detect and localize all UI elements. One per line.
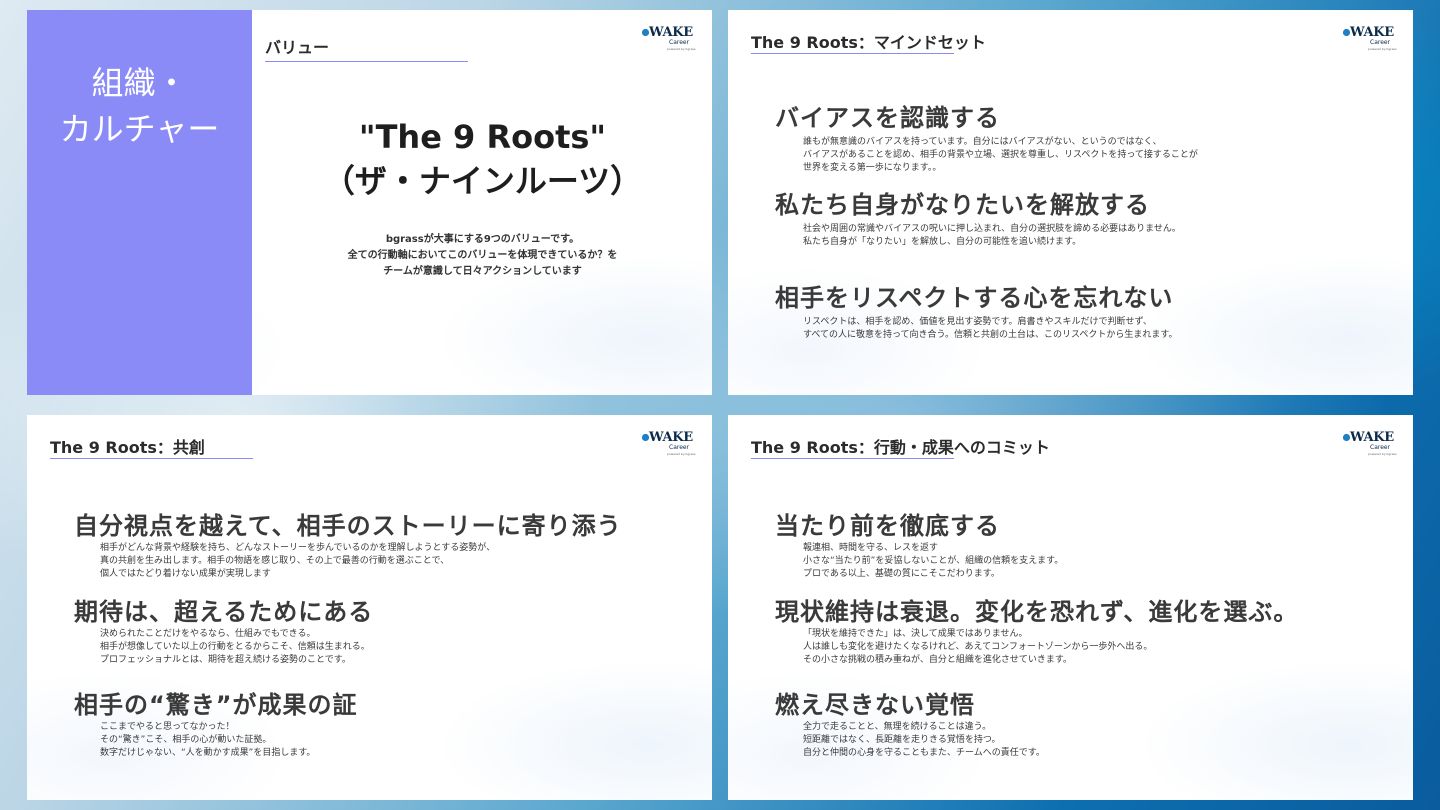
desc-line: プロである以上、基礎の質にこそこだわります。 — [803, 569, 1000, 579]
logo-finetext: powered by bgrass — [667, 47, 696, 51]
value-heading: 燃え尽きない覚悟 — [775, 691, 975, 719]
value-description: 全力で走ることと、無理を続けることは違う。 短距離ではなく、長距離を走りきる覚悟… — [803, 721, 1045, 760]
slide-header: バリュー — [265, 38, 330, 57]
value-description: 誰もが無意識のバイアスを持っています。自分にはバイアスがない、というのではなく、… — [803, 136, 1198, 175]
desc-line: 全力で走ることと、無理を続けることは違う。 — [803, 722, 992, 732]
value-heading: 期待は、超えるためにある — [74, 598, 374, 626]
wake-career-logo: WAKE Career powered by bgrass — [639, 24, 699, 54]
value-description: 社会や周囲の常識やバイアスの呪いに押し込まれ、自分の選択肢を諦める必要はありませ… — [803, 223, 1181, 249]
slide-header: The 9 Roots：共創 — [50, 438, 205, 457]
desc-line: 社会や周囲の常識やバイアスの呪いに押し込まれ、自分の選択肢を諦める必要はありませ… — [803, 224, 1181, 234]
logo-subtext: Career — [669, 444, 690, 451]
desc-line: 相手が想像していた以上の行動をとるからこそ、信頼は生まれる。 — [100, 642, 370, 652]
desc-line: 人は誰しも変化を避けたくなるけれど、あえてコンフォートゾーンから一歩外へ出る。 — [803, 642, 1153, 652]
wake-career-logo: WAKE Career powered by bgrass — [1340, 429, 1400, 459]
value-heading: 当たり前を徹底する — [775, 512, 1000, 540]
desc-line: ここまでやると思ってなかった！ — [100, 722, 235, 732]
slide-action-commitment: The 9 Roots：行動・成果へのコミット WAKE Career powe… — [728, 415, 1413, 800]
desc-line: その小さな挑戦の積み重ねが、自分と組織を進化させていきます。 — [803, 655, 1072, 665]
main-title-line2: （ザ・ナインルーツ） — [322, 162, 643, 200]
intro-line: チームが意識して日々アクションしています — [383, 266, 582, 277]
value-heading: 私たち自身がなりたいを解放する — [775, 191, 1150, 219]
section-title: 組織・ カルチャー — [27, 60, 252, 152]
intro-line: bgrassが大事にする9つのバリューです。 — [385, 234, 580, 245]
wake-career-logo: WAKE Career powered by bgrass — [639, 429, 699, 459]
slide-values-intro: 組織・ カルチャー バリュー WAKE Career powered by bg… — [27, 10, 712, 395]
slide-co-creation: The 9 Roots：共創 WAKE Career powered by bg… — [27, 415, 712, 800]
desc-line: 誰もが無意識のバイアスを持っています。自分にはバイアスがない、というのではなく、 — [803, 137, 1162, 147]
header-underline — [751, 53, 954, 54]
intro-line: 全ての行動軸においてこのバリューを体現できているか？を — [347, 250, 618, 261]
wake-career-logo: WAKE Career powered by bgrass — [1340, 24, 1400, 54]
desc-line: 自分と仲間の心身を守ることもまた、チームへの責任です。 — [803, 748, 1045, 758]
header-underline — [265, 61, 468, 62]
header-underline — [50, 458, 253, 459]
logo-finetext: powered by bgrass — [667, 452, 696, 456]
header-underline — [751, 458, 954, 459]
desc-line: プロフェッショナルとは、期待を超え続ける姿勢のことです。 — [100, 655, 351, 665]
desc-line: 私たち自身が「なりたい」を解放し、自分の可能性を追い続けます。 — [803, 237, 1082, 247]
section-title-line1: 組織・ — [91, 64, 188, 102]
main-title: "The 9 Roots" （ザ・ナインルーツ） — [253, 115, 712, 203]
slide-mindset: The 9 Roots：マインドセット WAKE Career powered … — [728, 10, 1413, 395]
desc-line: 「現状を維持できた」は、決して成果ではありません。 — [803, 629, 1028, 639]
logo-text: WAKE — [1350, 430, 1394, 445]
desc-line: バイアスがあることを認め、相手の背景や立場、選択を尊重し、リスペクトを持って接す… — [803, 150, 1198, 160]
logo-subtext: Career — [669, 39, 690, 46]
desc-line: 真の共創を生み出します。相手の物語を感じ取り、その上で最善の行動を選ぶことで、 — [100, 556, 450, 566]
desc-line: その“驚き”こそ、相手の心が動いた証拠。 — [100, 735, 272, 745]
value-description: 相手がどんな背景や経験を持ち、どんなストーリーを歩んでいるのかを理解しようとする… — [100, 542, 495, 581]
desc-line: 決められたことだけをやるなら、仕組みでもできる。 — [100, 629, 316, 639]
logo-finetext: powered by bgrass — [1368, 452, 1397, 456]
desc-line: 報連相、時間を守る、レスを返す — [803, 543, 939, 553]
value-heading: 自分視点を越えて、相手のストーリーに寄り添う — [74, 512, 622, 540]
logo-subtext: Career — [1370, 444, 1391, 451]
desc-line: 世界を変える第一歩になります。。 — [803, 163, 942, 173]
logo-finetext: powered by bgrass — [1368, 47, 1397, 51]
value-heading: 相手の“驚き”が成果の証 — [74, 691, 358, 719]
desc-line: 個人ではたどり着けない成果が実現します — [100, 569, 271, 579]
value-description: 「現状を維持できた」は、決して成果ではありません。 人は誰しも変化を避けたくなる… — [803, 628, 1152, 667]
desc-line: すべての人に敬意を持って向き合う。信頼と共創の土台は、このリスペクトから生まれま… — [803, 330, 1178, 340]
section-title-line2: カルチャー — [59, 110, 220, 148]
desc-line: 数字だけじゃない、“人を動かす成果”を目指します。 — [100, 748, 316, 758]
logo-text: WAKE — [649, 430, 693, 445]
slide-header: The 9 Roots：マインドセット — [751, 33, 986, 52]
main-title-line1: "The 9 Roots" — [358, 118, 607, 156]
desc-line: 小さな“当たり前”を妥協しないことが、組織の信頼を支えます。 — [803, 556, 1064, 566]
value-heading: バイアスを認識する — [775, 104, 1000, 132]
section-side-panel: 組織・ カルチャー — [27, 10, 252, 395]
value-description: リスペクトは、相手を認め、価値を見出す姿勢です。肩書きやスキルだけで判断せず、 … — [803, 316, 1178, 342]
desc-line: 相手がどんな背景や経験を持ち、どんなストーリーを歩んでいるのかを理解しようとする… — [100, 543, 496, 553]
logo-text: WAKE — [649, 25, 693, 40]
slide-header: The 9 Roots：行動・成果へのコミット — [751, 438, 1050, 457]
intro-text: bgrassが大事にする9つのバリューです。 全ての行動軸においてこのバリューを… — [253, 232, 712, 280]
value-heading: 相手をリスペクトする心を忘れない — [775, 284, 1174, 312]
value-description: ここまでやると思ってなかった！ その“驚き”こそ、相手の心が動いた証拠。 数字だ… — [100, 721, 315, 760]
logo-text: WAKE — [1350, 25, 1394, 40]
value-description: 決められたことだけをやるなら、仕組みでもできる。 相手が想像していた以上の行動を… — [100, 628, 370, 667]
desc-line: リスペクトは、相手を認め、価値を見出す姿勢です。肩書きやスキルだけで判断せず、 — [803, 317, 1152, 327]
desc-line: 短距離ではなく、長距離を走りきる覚悟を持つ。 — [803, 735, 1001, 745]
value-description: 報連相、時間を守る、レスを返す 小さな“当たり前”を妥協しないことが、組織の信頼… — [803, 542, 1063, 581]
logo-subtext: Career — [1370, 39, 1391, 46]
value-heading: 現状維持は衰退。変化を恐れず、進化を選ぶ。 — [775, 598, 1299, 626]
